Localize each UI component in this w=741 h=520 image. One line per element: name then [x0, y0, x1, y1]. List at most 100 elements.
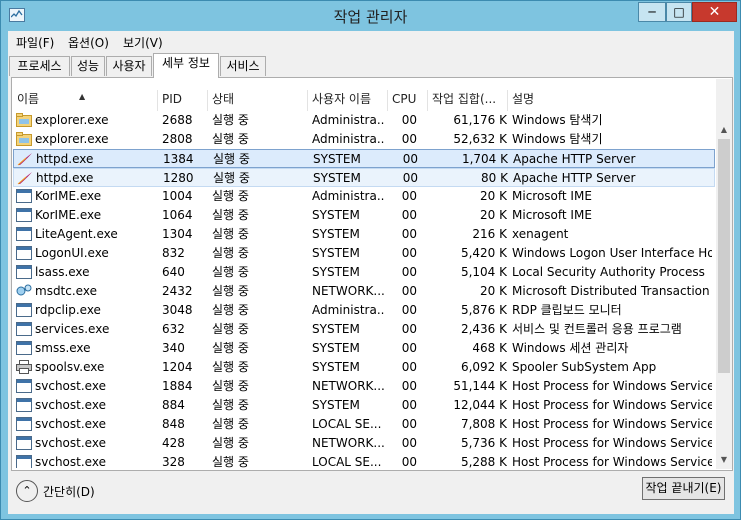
process-memory: 5,288 K: [460, 455, 507, 468]
process-cpu: 00: [401, 417, 417, 431]
process-name: KorIME.exe: [35, 189, 102, 203]
column-cpu[interactable]: CPU: [388, 90, 428, 111]
process-description: Host Process for Windows Services: [512, 436, 712, 450]
app-window-icon: [16, 208, 32, 222]
process-memory: 5,736 K: [460, 436, 507, 450]
process-status: 실행 중: [212, 417, 249, 431]
process-user: NETWORK...: [312, 284, 384, 298]
process-status: 실행 중: [212, 113, 249, 127]
app-window-icon: [16, 246, 32, 260]
close-button[interactable]: ✕: [692, 2, 737, 22]
table-row[interactable]: LogonUI.exe 832 실행 중 SYSTEM 00 5,420 K Windows…: [13, 244, 715, 263]
tab-details[interactable]: 세부 정보: [153, 53, 219, 78]
table-row[interactable]: svchost.exe 884 실행 중 SYSTEM 00 12,044 K Host P…: [13, 396, 715, 415]
tab-users[interactable]: 사용자: [106, 56, 152, 76]
process-user: SYSTEM: [312, 265, 360, 279]
tab-processes[interactable]: 프로세스: [9, 56, 70, 76]
process-description: RDP 클립보드 모니터: [512, 303, 622, 317]
process-cpu: 00: [401, 208, 417, 222]
scroll-down-icon[interactable]: ▼: [716, 452, 732, 468]
process-user: LOCAL SE...: [312, 455, 382, 468]
table-row[interactable]: msdtc.exe 2432 실행 중 NETWORK... 00 20 K Microso…: [13, 282, 715, 301]
table-row[interactable]: svchost.exe 1884 실행 중 NETWORK... 00 51,144 K H…: [13, 377, 715, 396]
folder-icon: [16, 132, 32, 146]
vertical-scrollbar[interactable]: ▲ ▼: [716, 79, 732, 469]
table-row[interactable]: svchost.exe 428 실행 중 NETWORK... 00 5,736 K Hos…: [13, 434, 715, 453]
collapse-label[interactable]: 간단히(D): [43, 483, 95, 500]
process-name: svchost.exe: [35, 398, 106, 412]
menu-view[interactable]: 보기(V): [123, 34, 163, 51]
menu-options[interactable]: 옵션(O): [68, 34, 109, 51]
menu-file[interactable]: 파일(F): [16, 34, 54, 51]
table-row[interactable]: httpd.exe 1280 실행 중 SYSTEM 00 80 K Apache HTTP…: [13, 168, 715, 187]
column-description[interactable]: 설명: [508, 90, 715, 111]
scroll-up-icon[interactable]: ▲: [716, 122, 732, 138]
process-description: Local Security Authority Process: [512, 265, 705, 279]
collapse-button[interactable]: ⌃: [16, 480, 38, 502]
app-window-icon: [16, 398, 32, 412]
tab-services[interactable]: 서비스: [220, 56, 266, 76]
process-name: services.exe: [35, 322, 110, 336]
column-status[interactable]: 상태: [208, 90, 308, 111]
process-cpu: 00: [401, 284, 417, 298]
process-user: SYSTEM: [312, 246, 360, 260]
window-title: 작업 관리자: [333, 8, 408, 26]
process-cpu: 00: [401, 379, 417, 393]
end-task-button[interactable]: 작업 끝내기(E): [642, 477, 725, 500]
table-row[interactable]: services.exe 632 실행 중 SYSTEM 00 2,436 K 서비스 및 …: [13, 320, 715, 339]
table-row[interactable]: svchost.exe 328 실행 중 LOCAL SE... 00 5,288 K Ho…: [13, 453, 715, 468]
process-description: Apache HTTP Server: [513, 171, 636, 185]
process-user: Administra...: [312, 303, 384, 317]
table-row[interactable]: spoolsv.exe 1204 실행 중 SYSTEM 00 6,092 K Spoole…: [13, 358, 715, 377]
app-window-icon: [16, 417, 32, 431]
process-status: 실행 중: [213, 152, 250, 166]
maximize-button[interactable]: □: [666, 2, 692, 22]
process-name: lsass.exe: [35, 265, 90, 279]
process-user: Administra...: [312, 189, 384, 203]
table-row[interactable]: explorer.exe 2688 실행 중 Administra... 00 61,17…: [13, 111, 715, 130]
process-name: smss.exe: [35, 341, 91, 355]
table-row[interactable]: rdpclip.exe 3048 실행 중 Administra... 00 5,876 …: [13, 301, 715, 320]
process-memory: 5,876 K: [460, 303, 507, 317]
tab-performance[interactable]: 성능: [71, 56, 105, 76]
process-memory: 20 K: [480, 208, 507, 222]
column-memory[interactable]: 작업 집합(...: [428, 90, 508, 111]
maximize-icon: □: [673, 5, 685, 19]
table-row[interactable]: explorer.exe 2808 실행 중 Administra... 00 52,63…: [13, 130, 715, 149]
process-user: SYSTEM: [312, 360, 360, 374]
table-row[interactable]: smss.exe 340 실행 중 SYSTEM 00 468 K Windows 세션 관…: [13, 339, 715, 358]
table-row[interactable]: KorIME.exe 1004 실행 중 Administra... 00 20 K Mic…: [13, 187, 715, 206]
minimize-button[interactable]: ─: [638, 2, 666, 22]
table-row[interactable]: httpd.exe 1384 실행 중 SYSTEM 00 1,704 K Apache H…: [13, 149, 715, 168]
process-memory: 1,704 K: [461, 152, 508, 166]
table-row[interactable]: lsass.exe 640 실행 중 SYSTEM 00 5,104 K Local Sec…: [13, 263, 715, 282]
column-user[interactable]: 사용자 이름: [308, 90, 388, 111]
process-cpu: 00: [401, 398, 417, 412]
process-cpu: 00: [401, 341, 417, 355]
process-cpu: 00: [401, 322, 417, 336]
scrollbar-thumb[interactable]: [718, 139, 730, 373]
process-pid: 340: [162, 341, 185, 355]
process-status: 실행 중: [212, 246, 249, 260]
process-cpu: 00: [401, 303, 417, 317]
table-row[interactable]: LiteAgent.exe 1304 실행 중 SYSTEM 00 216 K xenage…: [13, 225, 715, 244]
printer-icon: [16, 360, 32, 374]
process-memory: 51,144 K: [453, 379, 507, 393]
table-row[interactable]: svchost.exe 848 실행 중 LOCAL SE... 00 7,808 K Ho…: [13, 415, 715, 434]
process-pid: 1304: [162, 227, 193, 241]
process-name: explorer.exe: [35, 132, 109, 146]
process-user: Administra...: [312, 132, 384, 146]
process-user: SYSTEM: [312, 341, 360, 355]
process-memory: 6,092 K: [460, 360, 507, 374]
process-status: 실행 중: [212, 265, 249, 279]
table-row[interactable]: KorIME.exe 1064 실행 중 SYSTEM 00 20 K Microsoft …: [13, 206, 715, 225]
process-pid: 1204: [162, 360, 193, 374]
process-description: Host Process for Windows Services: [512, 398, 712, 412]
title-bar[interactable]: 작업 관리자 ─ □ ✕: [1, 1, 740, 31]
process-description: Host Process for Windows Services: [512, 455, 712, 468]
column-pid[interactable]: PID: [158, 90, 208, 111]
process-user: NETWORK...: [312, 436, 384, 450]
process-memory: 80 K: [481, 171, 508, 185]
folder-icon: [16, 113, 32, 127]
column-name[interactable]: 이름 ▲: [13, 90, 158, 111]
